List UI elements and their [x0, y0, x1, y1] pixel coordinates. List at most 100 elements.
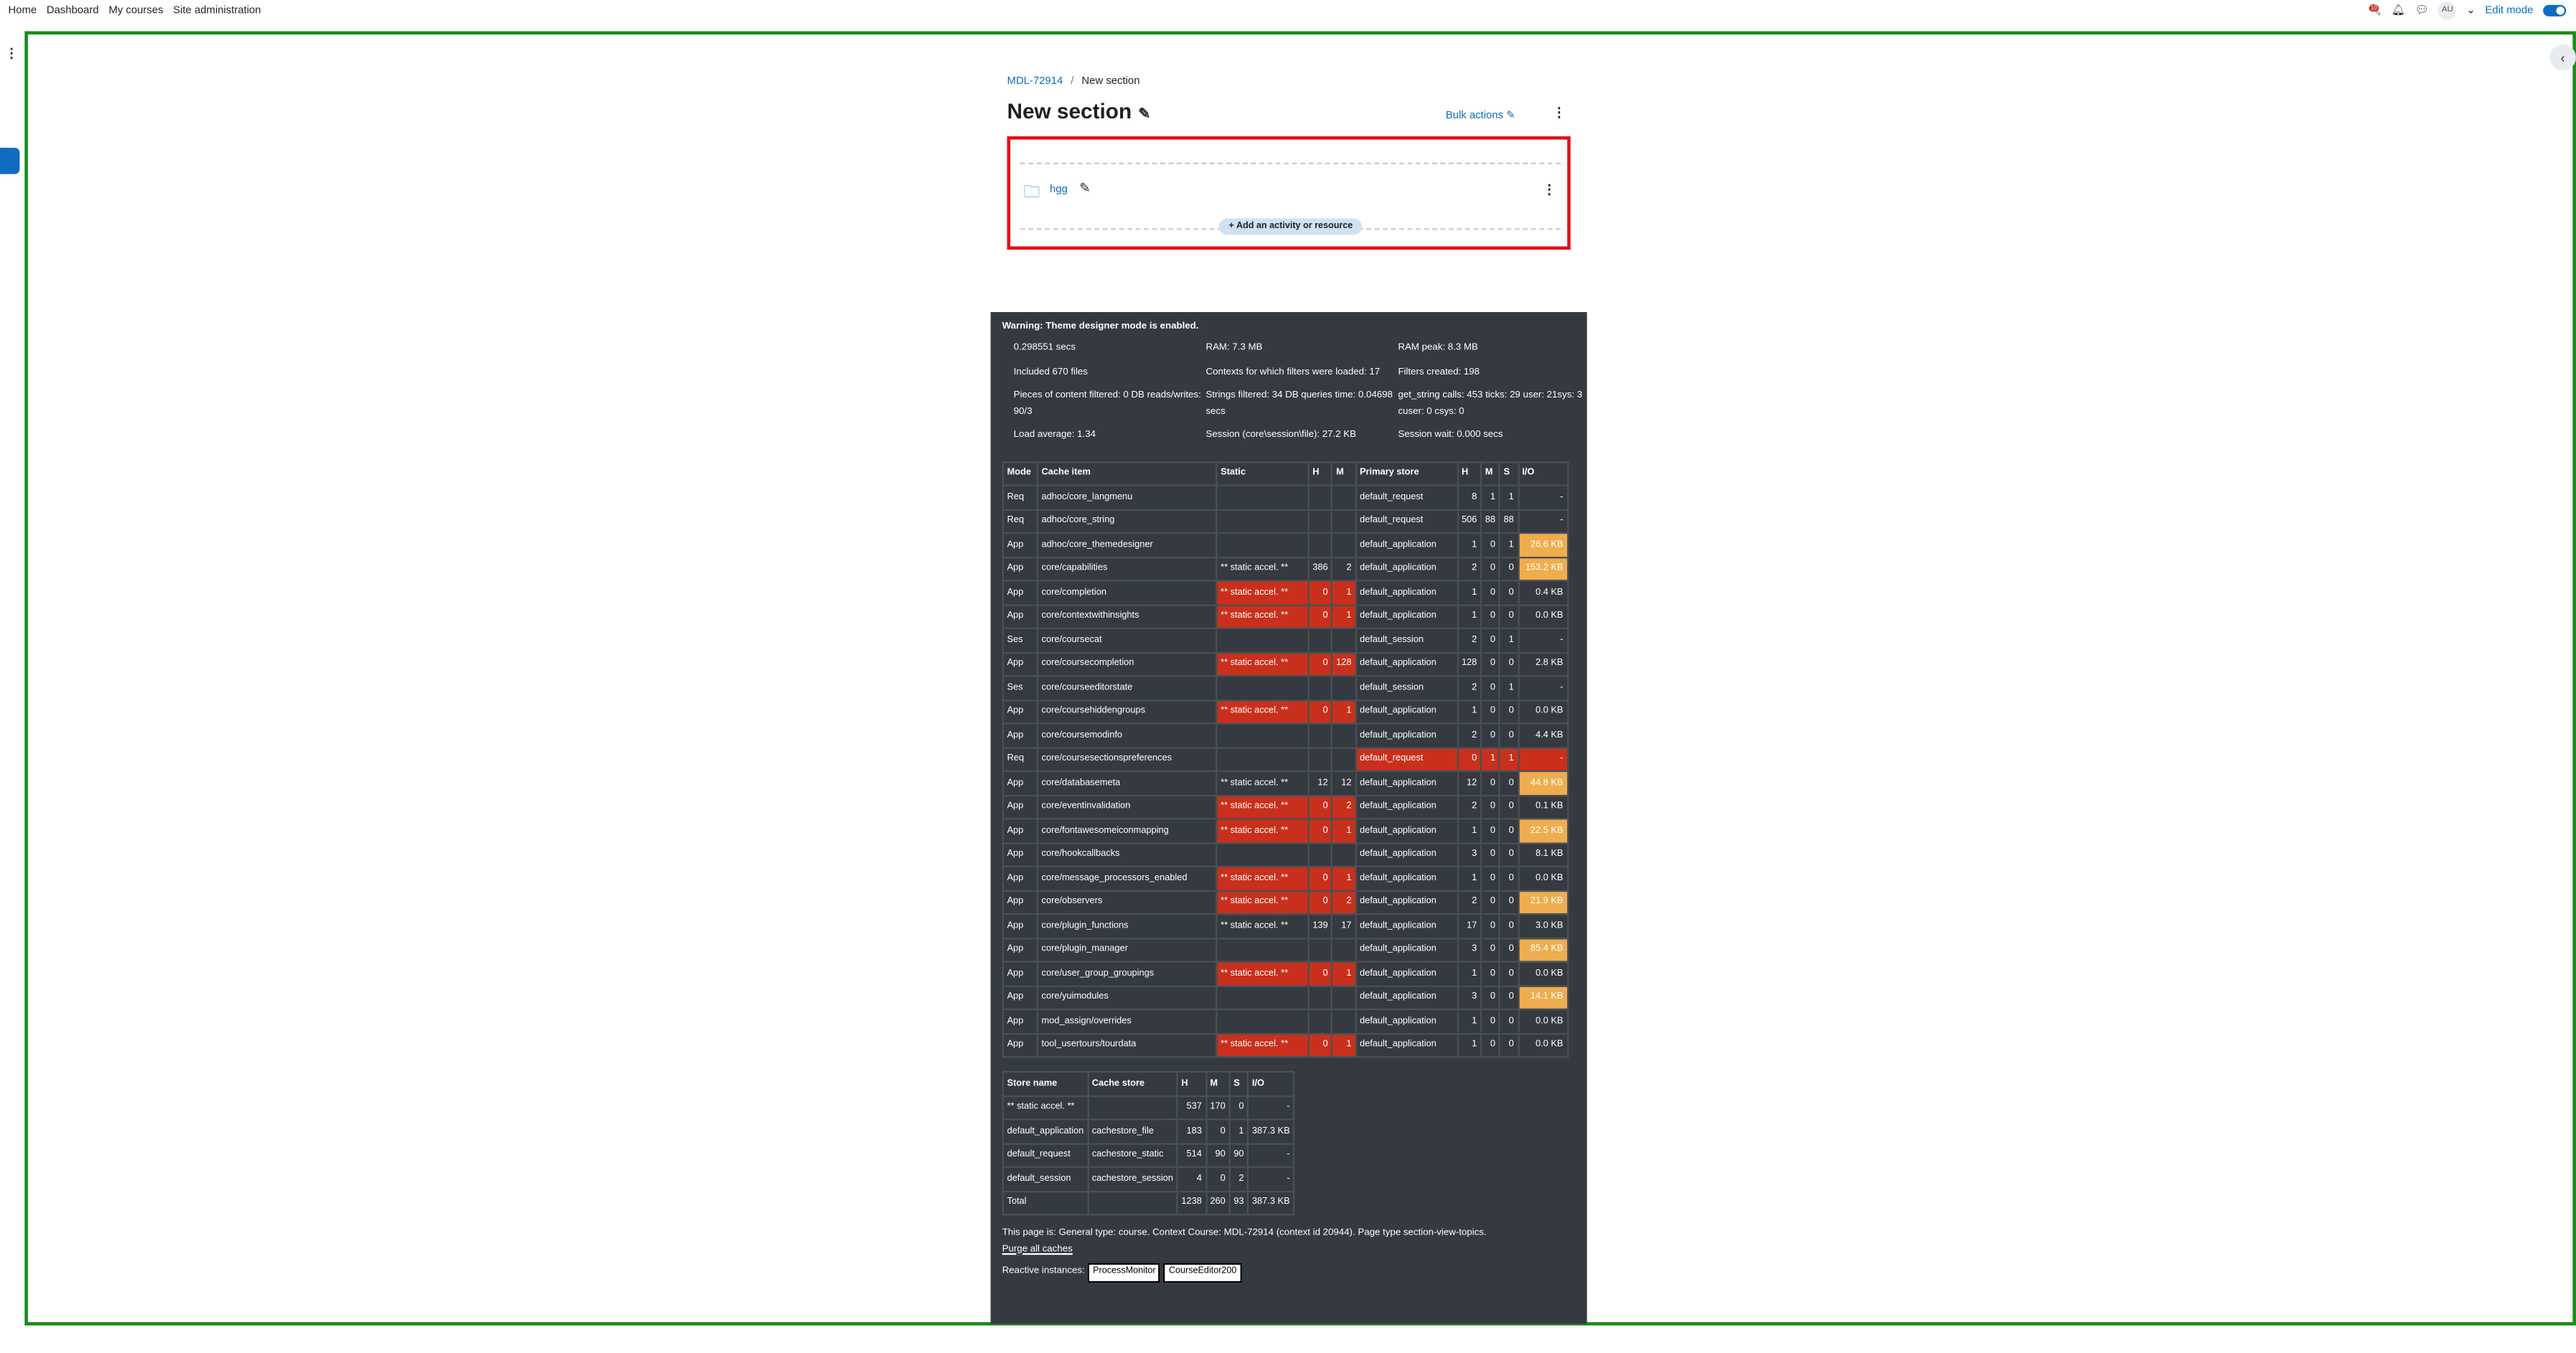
table-cell: core/yuimodules: [1036, 984, 1218, 1011]
table-cell: 1: [1498, 675, 1519, 701]
table-cell: 0: [1480, 865, 1500, 892]
table-cell: App: [1002, 556, 1038, 582]
edit-activity-pencil-icon[interactable]: ✎: [1079, 181, 1090, 196]
perf-stat: Session (core\session\file): 27.2 KB: [1205, 430, 1357, 440]
table-cell: 0: [1498, 651, 1519, 677]
edit-mode-label: Edit mode: [2485, 4, 2534, 16]
table-cell: 0: [1498, 1032, 1519, 1058]
table-cell: [1307, 842, 1333, 867]
table-cell: default_session: [1355, 675, 1459, 701]
table-cell: 1: [1457, 865, 1482, 892]
table-cell: 0: [1498, 722, 1519, 748]
table-cell: 537: [1176, 1094, 1207, 1121]
table-cell: core/contextwithinsights: [1036, 603, 1218, 629]
table-cell: ** static accel. **: [1216, 913, 1310, 939]
table-cell: 1: [1457, 580, 1482, 605]
table-cell: 1: [1457, 1032, 1482, 1058]
edit-title-pencil-icon[interactable]: ✎: [1138, 105, 1150, 122]
table-cell: [1216, 937, 1310, 963]
table-cell: App: [1002, 1008, 1038, 1034]
notification-bell-icon[interactable]: 🔔︎: [2392, 4, 2405, 16]
table-cell: default_session: [1355, 627, 1459, 654]
nav-home[interactable]: Home: [8, 4, 37, 16]
table-cell: core/coursemodinfo: [1036, 722, 1218, 748]
table-cell: 1: [1480, 484, 1500, 510]
table-cell: 12: [1331, 770, 1357, 796]
table-cell: [1216, 746, 1310, 773]
perf-stat: Strings filtered: 34 DB queries time: 0.…: [1205, 390, 1393, 417]
store-row: default_request cachestore_static 514 90 90-: [1002, 1142, 1295, 1168]
reactive-instance-button[interactable]: CourseEditor200: [1164, 1263, 1242, 1282]
breadcrumb-course-link[interactable]: MDL-72914: [1007, 75, 1063, 87]
table-cell: 0: [1498, 794, 1519, 820]
edit-mode-toggle[interactable]: [2543, 4, 2567, 16]
activity-kebab-icon[interactable]: ⋮: [1543, 182, 1556, 197]
table-cell: core/databasemeta: [1036, 770, 1218, 796]
table-cell: ** static accel. **: [1216, 603, 1310, 629]
table-cell: 0: [1480, 556, 1500, 582]
table-cell: 386: [1307, 556, 1333, 582]
table-cell: core/coursehiddengroups: [1036, 699, 1218, 725]
message-icon[interactable]: 💬︎: [2415, 4, 2429, 16]
table-cell: cachestore_file: [1086, 1118, 1178, 1144]
avatar[interactable]: AU: [2438, 1, 2457, 19]
table-cell: 0: [1498, 603, 1519, 629]
table-cell: 387.3 KB: [1247, 1189, 1295, 1216]
add-activity-label: Add an activity or resource: [1236, 222, 1353, 232]
table-cell: 1: [1228, 1118, 1249, 1144]
table-cell: core/completion: [1036, 580, 1218, 605]
column-header: Cache store: [1086, 1070, 1178, 1097]
cache-row: App core/user_group_groupings ** static ac…: [1002, 961, 1569, 986]
table-cell: 0: [1480, 913, 1500, 939]
add-activity-button[interactable]: + Add an activity or resource: [1218, 218, 1363, 235]
table-cell: 0: [1480, 627, 1500, 654]
table-cell: 14.1 KB: [1517, 984, 1569, 1011]
perf-stat: RAM: 7.3 MB: [1205, 343, 1263, 354]
table-cell: default_application: [1355, 699, 1459, 725]
course-index-toggle[interactable]: [0, 148, 20, 174]
table-cell: 0.0 KB: [1517, 699, 1569, 725]
table-cell: 1: [1457, 532, 1482, 558]
table-cell: 1: [1331, 580, 1357, 605]
table-cell: 0: [1480, 889, 1500, 915]
table-cell: 0.0 KB: [1517, 1032, 1569, 1058]
nav-site-administration[interactable]: Site administration: [173, 4, 260, 16]
cache-row: App core/observers ** static accel. ** 0 2 de…: [1002, 889, 1569, 915]
table-cell: 1: [1331, 699, 1357, 725]
chevron-down-icon[interactable]: ⌄: [2466, 4, 2475, 16]
cache-row: App core/completion ** static accel. ** 0 1 d…: [1002, 580, 1569, 605]
table-cell: 8: [1457, 484, 1482, 510]
bulk-actions-button[interactable]: Bulk actions ✎: [1446, 108, 1515, 121]
column-header: Static: [1216, 461, 1310, 486]
course-index-kebab-icon[interactable]: ⋮: [5, 46, 18, 61]
nav-dashboard[interactable]: Dashboard: [47, 4, 99, 16]
table-cell: 1: [1498, 532, 1519, 558]
table-cell: default_request: [1355, 746, 1459, 773]
cache-row: App core/contextwithinsights ** static acc…: [1002, 603, 1569, 629]
cache-row: App core/plugin_functions ** static accel.…: [1002, 913, 1569, 939]
page-type-info: This page is: General type: course. Cont…: [1002, 1228, 1487, 1239]
table-cell: 1: [1457, 818, 1482, 844]
table-cell: default_application: [1002, 1118, 1089, 1144]
table-cell: App: [1002, 889, 1038, 915]
purge-caches-link[interactable]: Purge all caches: [1002, 1243, 1576, 1258]
drawer-toggle-chevron-left-icon[interactable]: ‹: [2549, 44, 2576, 71]
section-kebab-icon[interactable]: ⋮: [1553, 105, 1566, 121]
nav-my-courses[interactable]: My courses: [108, 4, 163, 16]
table-cell: -: [1517, 508, 1569, 534]
table-cell: [1307, 722, 1333, 748]
reactive-instance-button[interactable]: ProcessMonitor: [1088, 1263, 1161, 1282]
table-cell: -: [1247, 1142, 1295, 1168]
store-table: Store name Cache store H M S I/O ** static ac…: [1002, 1070, 1295, 1216]
table-cell: 88: [1498, 508, 1519, 534]
table-cell: [1331, 532, 1357, 558]
table-cell: 0: [1480, 770, 1500, 796]
table-cell: 0: [1307, 818, 1333, 844]
table-cell: -: [1517, 675, 1569, 701]
perf-stat: get_string calls: 453 ticks: 29 user: 21…: [1398, 390, 1583, 417]
table-cell: 0: [1480, 651, 1500, 677]
activity-link[interactable]: hgg: [1050, 184, 1068, 195]
table-cell: App: [1002, 961, 1038, 986]
table-cell: adhoc/core_themedesigner: [1036, 532, 1218, 558]
table-cell: 0: [1307, 961, 1333, 986]
